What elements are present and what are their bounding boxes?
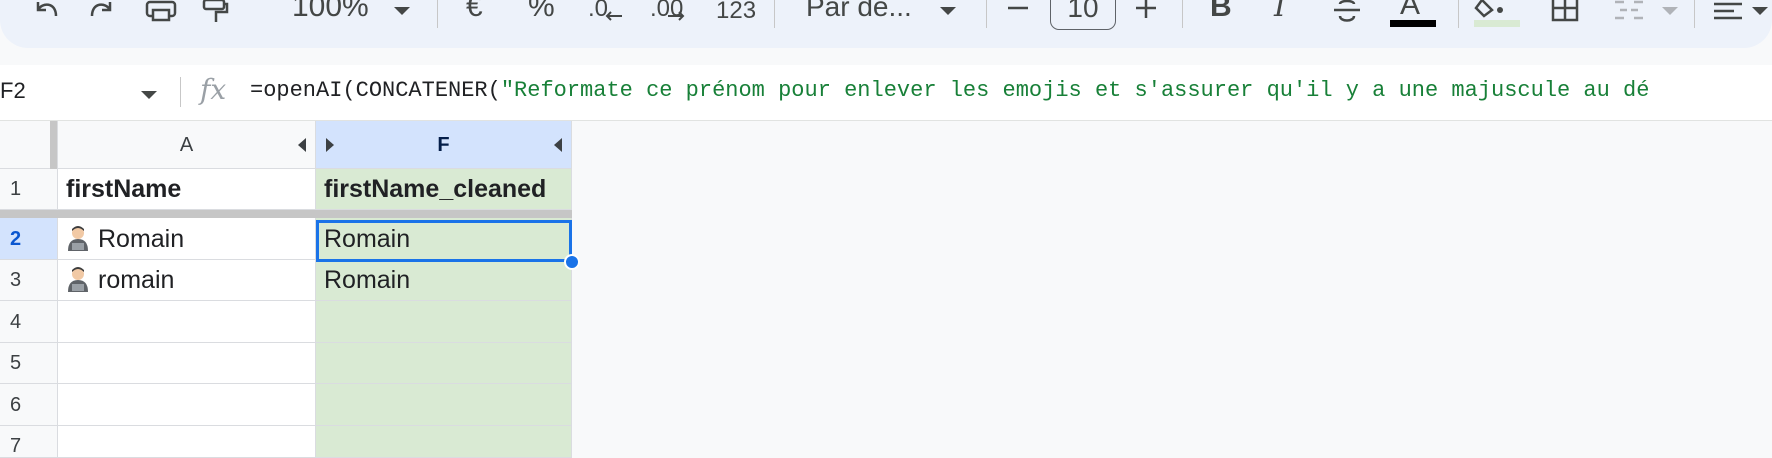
- freeze-bar-horizontal[interactable]: [0, 210, 572, 218]
- cell-f1[interactable]: firstName_cleaned: [316, 169, 572, 210]
- chevron-down-icon[interactable]: [1750, 4, 1770, 18]
- sheet-grid: A F 1 firstName firstName_cleaned 2 Roma…: [0, 121, 1772, 458]
- toolbar-divider: [1182, 0, 1183, 28]
- fx-icon: fx: [200, 73, 227, 106]
- cell-a7[interactable]: [58, 426, 316, 458]
- row-header[interactable]: 3: [0, 260, 58, 301]
- column-collapse-icon[interactable]: [554, 138, 562, 152]
- redo-icon[interactable]: [88, 0, 116, 22]
- cell-a1[interactable]: firstName: [58, 169, 316, 210]
- print-icon[interactable]: [144, 0, 178, 22]
- cell-a3[interactable]: romain: [58, 260, 316, 301]
- paint-format-icon[interactable]: [200, 0, 230, 22]
- formula-string: "Reformate ce prénom pour enlever les em…: [500, 78, 1650, 103]
- font-family-select[interactable]: Par dé...: [806, 0, 912, 22]
- toolbar-divider: [986, 0, 987, 28]
- bold-button[interactable]: B: [1210, 0, 1232, 22]
- chevron-down-icon[interactable]: [392, 4, 412, 18]
- technologist-emoji-icon: [68, 226, 88, 251]
- column-header-f[interactable]: F: [316, 121, 572, 169]
- toolbar: 100% € % .0 .00 123 Par dé... 10 B I A: [0, 0, 1772, 48]
- row-header[interactable]: 2: [0, 218, 58, 260]
- column-header-a[interactable]: A: [58, 121, 316, 169]
- row-header[interactable]: 7: [0, 426, 58, 458]
- column-letter: A: [179, 134, 194, 156]
- cell-content: Romain: [66, 218, 185, 259]
- cell-text: Romain: [324, 266, 411, 294]
- technologist-emoji-icon: [68, 267, 88, 292]
- cell-a4[interactable]: [58, 301, 316, 343]
- column-letter: F: [437, 134, 450, 156]
- text-color-swatch: [1390, 20, 1436, 27]
- cell-text: firstName: [66, 175, 182, 203]
- cell-text: Romain: [98, 225, 185, 253]
- chevron-down-icon[interactable]: [938, 4, 958, 18]
- currency-format-button[interactable]: €: [466, 0, 483, 22]
- text-color-button[interactable]: A: [1400, 0, 1420, 20]
- chevron-down-icon[interactable]: [1660, 4, 1680, 18]
- strikethrough-icon[interactable]: [1330, 0, 1364, 22]
- freeze-bar-vertical[interactable]: [50, 121, 57, 169]
- row-header[interactable]: 4: [0, 301, 58, 343]
- column-expand-icon[interactable]: [326, 138, 334, 152]
- toolbar-divider: [437, 0, 438, 28]
- toolbar-divider: [1458, 0, 1459, 28]
- row-header[interactable]: 5: [0, 343, 58, 384]
- active-cell-selection: [316, 220, 572, 262]
- align-left-icon[interactable]: [1712, 0, 1744, 22]
- formula-bar-divider: [180, 77, 181, 107]
- toolbar-divider: [1694, 0, 1695, 28]
- fill-color-icon[interactable]: [1474, 0, 1514, 22]
- cell-f6[interactable]: [316, 384, 572, 426]
- cell-a6[interactable]: [58, 384, 316, 426]
- cell-f4[interactable]: [316, 301, 572, 343]
- borders-icon[interactable]: [1550, 0, 1580, 22]
- arrow-right-icon: [666, 10, 686, 22]
- toolbar-divider: [774, 0, 775, 28]
- row-header[interactable]: 6: [0, 384, 58, 426]
- minus-icon[interactable]: [1006, 0, 1030, 22]
- cell-text: firstName_cleaned: [324, 175, 547, 203]
- undo-icon[interactable]: [32, 0, 60, 22]
- merge-cells-icon[interactable]: [1612, 0, 1646, 22]
- row-header[interactable]: 1: [0, 169, 58, 210]
- cell-text: romain: [98, 266, 175, 294]
- cell-f5[interactable]: [316, 343, 572, 384]
- zoom-select[interactable]: 100%: [292, 0, 369, 22]
- font-size-input[interactable]: 10: [1050, 0, 1116, 30]
- fill-color-swatch: [1474, 20, 1520, 27]
- name-box[interactable]: F2: [0, 78, 26, 104]
- fill-handle[interactable]: [564, 254, 580, 270]
- cell-f3[interactable]: Romain: [316, 260, 572, 301]
- cell-a2[interactable]: Romain: [58, 218, 316, 260]
- arrow-left-icon: [604, 10, 624, 22]
- cell-f7[interactable]: [316, 426, 572, 458]
- chevron-down-icon[interactable]: [140, 87, 158, 105]
- formula-function: =openAI(CONCATENER(: [250, 78, 501, 103]
- column-collapse-icon[interactable]: [298, 138, 306, 152]
- cell-a5[interactable]: [58, 343, 316, 384]
- formula-bar: F2 fx =openAI(CONCATENER("Reformate ce p…: [0, 65, 1772, 121]
- number-format-button[interactable]: 123: [716, 0, 756, 26]
- italic-button[interactable]: I: [1274, 0, 1286, 22]
- formula-input[interactable]: =openAI(CONCATENER("Reformate ce prénom …: [250, 78, 1649, 103]
- cell-content: romain: [66, 260, 175, 300]
- plus-icon[interactable]: [1134, 0, 1158, 22]
- percent-format-button[interactable]: %: [528, 0, 555, 22]
